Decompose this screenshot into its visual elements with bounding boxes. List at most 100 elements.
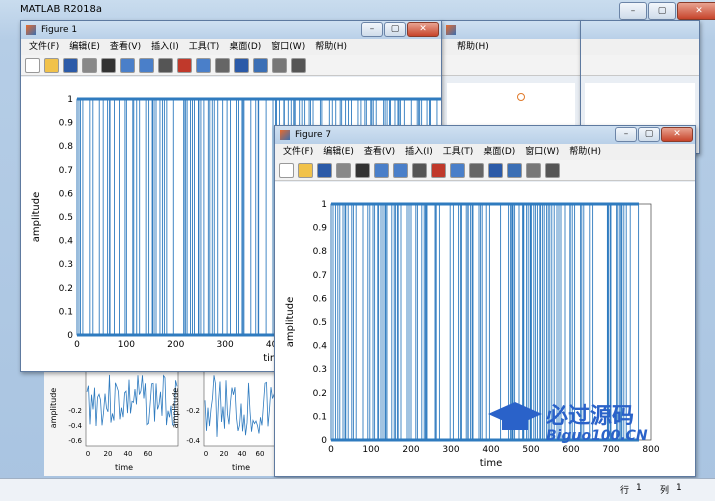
status-bar: 行 1 列 1 xyxy=(0,478,715,501)
small-xtick: 20 xyxy=(104,450,113,458)
link-icon[interactable] xyxy=(215,57,230,73)
status-row-label: 行 xyxy=(620,486,630,496)
brush-icon[interactable] xyxy=(450,162,465,178)
data-cursor-icon[interactable] xyxy=(431,162,446,178)
y-tick-label: 0.4 xyxy=(59,237,74,247)
menu-item[interactable]: 工具(T) xyxy=(443,144,474,160)
menu-item[interactable]: 插入(I) xyxy=(151,39,179,55)
x-tick-label: 200 xyxy=(167,340,184,350)
x-tick-label: 100 xyxy=(362,445,379,455)
zoom-out-icon[interactable] xyxy=(393,162,408,178)
dock-icon[interactable] xyxy=(291,57,306,73)
menu-item[interactable]: 桌面(D) xyxy=(229,39,261,55)
watermark-en: Biguo100.CN xyxy=(546,428,648,444)
y-tick-label: 0.9 xyxy=(313,224,328,234)
y-tick-label: 1 xyxy=(321,200,327,210)
figure-7-title: Figure 7 xyxy=(295,130,332,140)
small-plots-panel: amplitude amplitude -0.2 -0.4 -0.6 -0.2 … xyxy=(44,368,284,476)
menu-item[interactable]: 工具(T) xyxy=(189,39,220,55)
figure-icon xyxy=(446,25,456,35)
y-tick-label: 0.8 xyxy=(59,142,74,152)
open-folder-icon[interactable] xyxy=(44,57,59,73)
back-fig-titlebar xyxy=(441,21,581,39)
figure-7-toolbar xyxy=(275,160,695,181)
open-folder-icon[interactable] xyxy=(298,162,313,178)
fig7-close-button[interactable]: ✕ xyxy=(661,127,693,142)
pointer-icon[interactable] xyxy=(101,57,116,73)
fig7-maximize-button[interactable]: ▢ xyxy=(638,127,660,142)
dock-icon[interactable] xyxy=(545,162,560,178)
colorbar-icon[interactable] xyxy=(234,57,249,73)
figure-1-title: Figure 1 xyxy=(41,25,78,35)
figure-icon xyxy=(280,130,290,140)
y-tick-label: 0.2 xyxy=(59,284,73,294)
x-axis-label: time xyxy=(480,458,503,469)
fig1-maximize-button[interactable]: ▢ xyxy=(384,22,406,37)
graduation-cap-icon xyxy=(488,400,542,438)
menu-item[interactable]: 查看(V) xyxy=(364,144,395,160)
new-file-icon[interactable] xyxy=(279,162,294,178)
menu-item[interactable]: 文件(F) xyxy=(29,39,59,55)
menu-item[interactable]: 文件(F) xyxy=(283,144,313,160)
menu-item[interactable]: 桌面(D) xyxy=(483,144,515,160)
y-tick-label: 0.8 xyxy=(313,247,328,257)
grid-icon[interactable] xyxy=(272,57,287,73)
grid-icon[interactable] xyxy=(526,162,541,178)
menu-item[interactable]: 编辑(E) xyxy=(69,39,100,55)
menu-item[interactable]: 窗口(W) xyxy=(525,144,559,160)
menu-item[interactable]: 编辑(E) xyxy=(323,144,354,160)
colorbar-icon[interactable] xyxy=(488,162,503,178)
back2-menubar xyxy=(581,39,699,55)
brush-icon[interactable] xyxy=(196,57,211,73)
menu-item[interactable]: 查看(V) xyxy=(110,39,141,55)
main-window-controls: – ▢ ✕ xyxy=(618,2,715,20)
x-tick-label: 100 xyxy=(118,340,135,350)
y-axis-label: amplitude xyxy=(31,192,42,243)
print-icon[interactable] xyxy=(336,162,351,178)
small-xlabel-b: time xyxy=(232,463,250,472)
y-tick-label: 1 xyxy=(67,95,73,105)
legend-icon[interactable] xyxy=(253,57,268,73)
menu-item[interactable]: 插入(I) xyxy=(405,144,433,160)
print-icon[interactable] xyxy=(82,57,97,73)
menu-item[interactable]: 帮助(H) xyxy=(569,144,601,160)
rotate-icon[interactable] xyxy=(412,162,427,178)
x-tick-label: 300 xyxy=(442,445,459,455)
new-file-icon[interactable] xyxy=(25,57,40,73)
watermark-cn: 必过源码 xyxy=(546,404,635,429)
back2-toolbar xyxy=(581,55,699,76)
figure-1-menubar: 文件(F) 编辑(E) 查看(V) 插入(I) 工具(T) 桌面(D) 窗口(W) 帮助(H) xyxy=(21,39,441,55)
small-xtick: 40 xyxy=(124,450,133,458)
x-tick-label: 0 xyxy=(328,445,334,455)
fig1-close-button[interactable]: ✕ xyxy=(407,22,439,37)
pointer-icon[interactable] xyxy=(355,162,370,178)
legend-icon[interactable] xyxy=(507,162,522,178)
main-minimize-button[interactable]: – xyxy=(619,2,647,20)
fig1-minimize-button[interactable]: – xyxy=(361,22,383,37)
link-icon[interactable] xyxy=(469,162,484,178)
status-col-value: 1 xyxy=(676,483,682,493)
y-tick-label: 0.5 xyxy=(59,213,73,223)
small-ylabel-a: amplitude xyxy=(49,388,58,429)
zoom-in-icon[interactable] xyxy=(374,162,389,178)
figure-1-toolbar xyxy=(21,55,441,76)
main-maximize-button[interactable]: ▢ xyxy=(648,2,676,20)
figure-1-titlebar: Figure 1 – ▢ ✕ xyxy=(21,21,441,39)
main-close-button[interactable]: ✕ xyxy=(677,2,715,20)
menu-help-back[interactable]: 帮助(H) xyxy=(457,39,489,55)
rotate-icon[interactable] xyxy=(158,57,173,73)
small-xtick-b: 20 xyxy=(220,450,229,458)
fig7-minimize-button[interactable]: – xyxy=(615,127,637,142)
small-xtick-b: 0 xyxy=(204,450,208,458)
save-icon[interactable] xyxy=(63,57,78,73)
menu-item[interactable]: 窗口(W) xyxy=(271,39,305,55)
menu-item[interactable]: 帮助(H) xyxy=(315,39,347,55)
zoom-out-icon[interactable] xyxy=(139,57,154,73)
small-xtick-b: 40 xyxy=(238,450,247,458)
y-tick-label: 0.4 xyxy=(313,342,328,352)
small-xtick-b: 60 xyxy=(256,450,265,458)
data-cursor-icon[interactable] xyxy=(177,57,192,73)
save-icon[interactable] xyxy=(317,162,332,178)
zoom-in-icon[interactable] xyxy=(120,57,135,73)
y-tick-label: 0.2 xyxy=(313,389,327,399)
